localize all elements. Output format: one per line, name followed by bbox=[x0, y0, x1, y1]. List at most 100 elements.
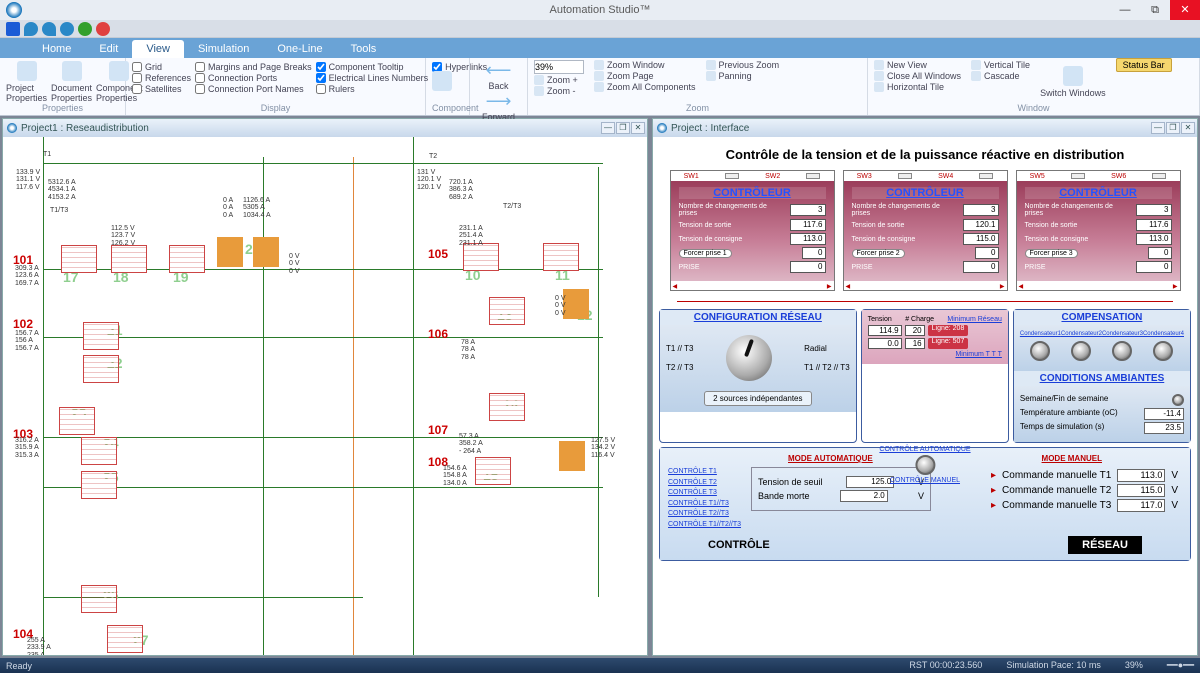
schematic-minimize-button[interactable]: — bbox=[601, 122, 615, 134]
link-t1[interactable]: CONTRÔLE T1 bbox=[668, 467, 741, 478]
undo-icon[interactable] bbox=[24, 22, 38, 36]
check-elec-numbers[interactable]: Electrical Lines Numbers bbox=[316, 73, 429, 83]
zoom-out-button[interactable]: Zoom - bbox=[534, 86, 584, 96]
group-label-display: Display bbox=[132, 103, 419, 113]
sw5-button[interactable] bbox=[1071, 173, 1085, 179]
vertical-tile-button[interactable]: Vertical Tile bbox=[971, 60, 1030, 70]
status-rst: RST 00:00:23.560 bbox=[909, 660, 982, 671]
bande-value[interactable]: 2.0 bbox=[840, 490, 888, 502]
link-all[interactable]: CONTRÔLE T1//T2//T3 bbox=[668, 520, 741, 531]
horizontal-tile-icon bbox=[874, 82, 884, 92]
tab-oneline[interactable]: One-Line bbox=[263, 40, 336, 58]
component-icon bbox=[432, 71, 452, 91]
zoom-input[interactable] bbox=[534, 60, 584, 74]
switch-windows-button[interactable]: Switch Windows bbox=[1040, 60, 1106, 103]
reseau-button[interactable]: RÉSEAU bbox=[1068, 536, 1142, 554]
schematic-canvas[interactable]: 101 102 103 104 105 106 107 108 17 18 19… bbox=[3, 137, 647, 655]
schematic-window-title-bar[interactable]: Project1 : Reseaudistribution — ❐ ✕ bbox=[3, 119, 647, 137]
controle-card: CONTRÔLE AUTOMATIQUE CONTRÔLE MANUEL MOD… bbox=[659, 447, 1191, 561]
tab-tools[interactable]: Tools bbox=[337, 40, 391, 58]
quick-access-bar bbox=[0, 20, 1200, 38]
back-button[interactable]: ⟵Back bbox=[476, 60, 521, 91]
interface-close-button[interactable]: ✕ bbox=[1181, 122, 1195, 134]
sources-button[interactable]: 2 sources indépendantes bbox=[704, 391, 811, 406]
title-bar: Automation Studio™ — ⧉ ✕ bbox=[0, 0, 1200, 20]
play-icon[interactable] bbox=[78, 22, 92, 36]
config-knob[interactable] bbox=[726, 335, 772, 381]
check-rulers[interactable]: Rulers bbox=[316, 84, 429, 94]
tab-simulation[interactable]: Simulation bbox=[184, 40, 263, 58]
zoom-page-button[interactable]: Zoom Page bbox=[594, 71, 696, 81]
sw2-button[interactable] bbox=[806, 173, 820, 179]
ctlr1-sortie: 117.6 bbox=[790, 219, 826, 231]
minimize-button[interactable]: — bbox=[1110, 0, 1140, 20]
zoom-all-button[interactable]: Zoom All Components bbox=[594, 82, 696, 92]
project-properties-button[interactable]: Project Properties bbox=[6, 60, 47, 103]
tab-view[interactable]: View bbox=[132, 40, 184, 58]
check-margins[interactable]: Margins and Page Breaks bbox=[195, 62, 312, 72]
interface-window-title-bar[interactable]: Project : Interface — ❐ ✕ bbox=[653, 119, 1197, 137]
auto-manual-toggle[interactable] bbox=[915, 455, 935, 475]
tab-home[interactable]: Home bbox=[28, 40, 85, 58]
zoom-window-icon bbox=[594, 60, 604, 70]
link-t2t3[interactable]: CONTRÔLE T2//T3 bbox=[668, 509, 741, 520]
check-satellites[interactable]: Satellites bbox=[132, 84, 191, 94]
ctlr1-consigne: 113.0 bbox=[790, 233, 826, 245]
manual-t2-value[interactable]: 115.0 bbox=[1117, 484, 1165, 497]
previous-zoom-button[interactable]: Previous Zoom bbox=[706, 60, 780, 70]
close-all-button[interactable]: Close All Windows bbox=[874, 71, 961, 81]
manual-t1-value[interactable]: 113.0 bbox=[1117, 469, 1165, 482]
switch-windows-icon bbox=[1063, 66, 1083, 86]
manual-t3-value[interactable]: 117.0 bbox=[1117, 499, 1165, 512]
check-references[interactable]: References bbox=[132, 73, 191, 83]
zoom-window-button[interactable]: Zoom Window bbox=[594, 60, 696, 70]
new-view-button[interactable]: New View bbox=[874, 60, 961, 70]
ligne-208-button[interactable]: Ligne: 208 bbox=[928, 325, 969, 336]
check-tooltip[interactable]: Component Tooltip bbox=[316, 62, 429, 72]
check-connection-port-names[interactable]: Connection Port Names bbox=[195, 84, 312, 94]
link-t1t3[interactable]: CONTRÔLE T1//T3 bbox=[668, 499, 741, 510]
controller-2: SW3SW4 CONTRÔLEUR Nombre de changements … bbox=[843, 170, 1008, 291]
condenser-3-toggle[interactable] bbox=[1112, 341, 1132, 361]
manual-mode-box: ▸Commande manuelle T1113.0V ▸Commande ma… bbox=[991, 467, 1178, 514]
link-t2[interactable]: CONTRÔLE T2 bbox=[668, 478, 741, 489]
zoom-in-button[interactable]: Zoom + bbox=[534, 75, 584, 85]
condenser-4-toggle[interactable] bbox=[1153, 341, 1173, 361]
maximize-button[interactable]: ⧉ bbox=[1140, 0, 1170, 20]
panning-button[interactable]: Panning bbox=[706, 71, 780, 81]
status-bar-toggle[interactable]: Status Bar bbox=[1116, 58, 1172, 72]
tab-edit[interactable]: Edit bbox=[85, 40, 132, 58]
condenser-2-toggle[interactable] bbox=[1071, 341, 1091, 361]
sw1-button[interactable] bbox=[725, 173, 739, 179]
link-t3[interactable]: CONTRÔLE T3 bbox=[668, 488, 741, 499]
forward-arrow-icon: ⟶ bbox=[486, 91, 512, 112]
ligne-507-button[interactable]: Ligne: 507 bbox=[928, 338, 969, 349]
schematic-restore-button[interactable]: ❐ bbox=[616, 122, 630, 134]
interface-restore-button[interactable]: ❐ bbox=[1166, 122, 1180, 134]
forward-button[interactable]: ⟶Forward bbox=[476, 91, 521, 122]
horizontal-tile-button[interactable]: Horizontal Tile bbox=[874, 82, 961, 92]
check-grid[interactable]: Grid bbox=[132, 62, 191, 72]
zoom-slider[interactable]: ━━●━━ bbox=[1167, 660, 1194, 671]
forcer-prise-3-button[interactable]: Forcer prise 3 bbox=[1025, 249, 1078, 258]
sw6-button[interactable] bbox=[1152, 173, 1166, 179]
forcer-prise-2-button[interactable]: Forcer prise 2 bbox=[852, 249, 905, 258]
interface-minimize-button[interactable]: — bbox=[1151, 122, 1165, 134]
redo-icon[interactable] bbox=[42, 22, 56, 36]
window-schematic: Project1 : Reseaudistribution — ❐ ✕ bbox=[2, 118, 648, 656]
schematic-close-button[interactable]: ✕ bbox=[631, 122, 645, 134]
stop-icon[interactable] bbox=[96, 22, 110, 36]
component-button[interactable] bbox=[432, 60, 452, 103]
sw3-button[interactable] bbox=[898, 173, 912, 179]
sim-time-value: 23.5 bbox=[1144, 422, 1184, 434]
cascade-button[interactable]: Cascade bbox=[971, 71, 1030, 81]
sw4-button[interactable] bbox=[979, 173, 993, 179]
condenser-1-toggle[interactable] bbox=[1030, 341, 1050, 361]
document-properties-button[interactable]: Document Properties bbox=[51, 60, 92, 103]
refresh-icon[interactable] bbox=[60, 22, 74, 36]
forcer-prise-1-button[interactable]: Forcer prise 1 bbox=[679, 249, 732, 258]
save-icon[interactable] bbox=[6, 22, 20, 36]
check-connection-ports[interactable]: Connection Ports bbox=[195, 73, 312, 83]
weekday-toggle[interactable] bbox=[1172, 394, 1184, 406]
close-button[interactable]: ✕ bbox=[1170, 0, 1200, 20]
